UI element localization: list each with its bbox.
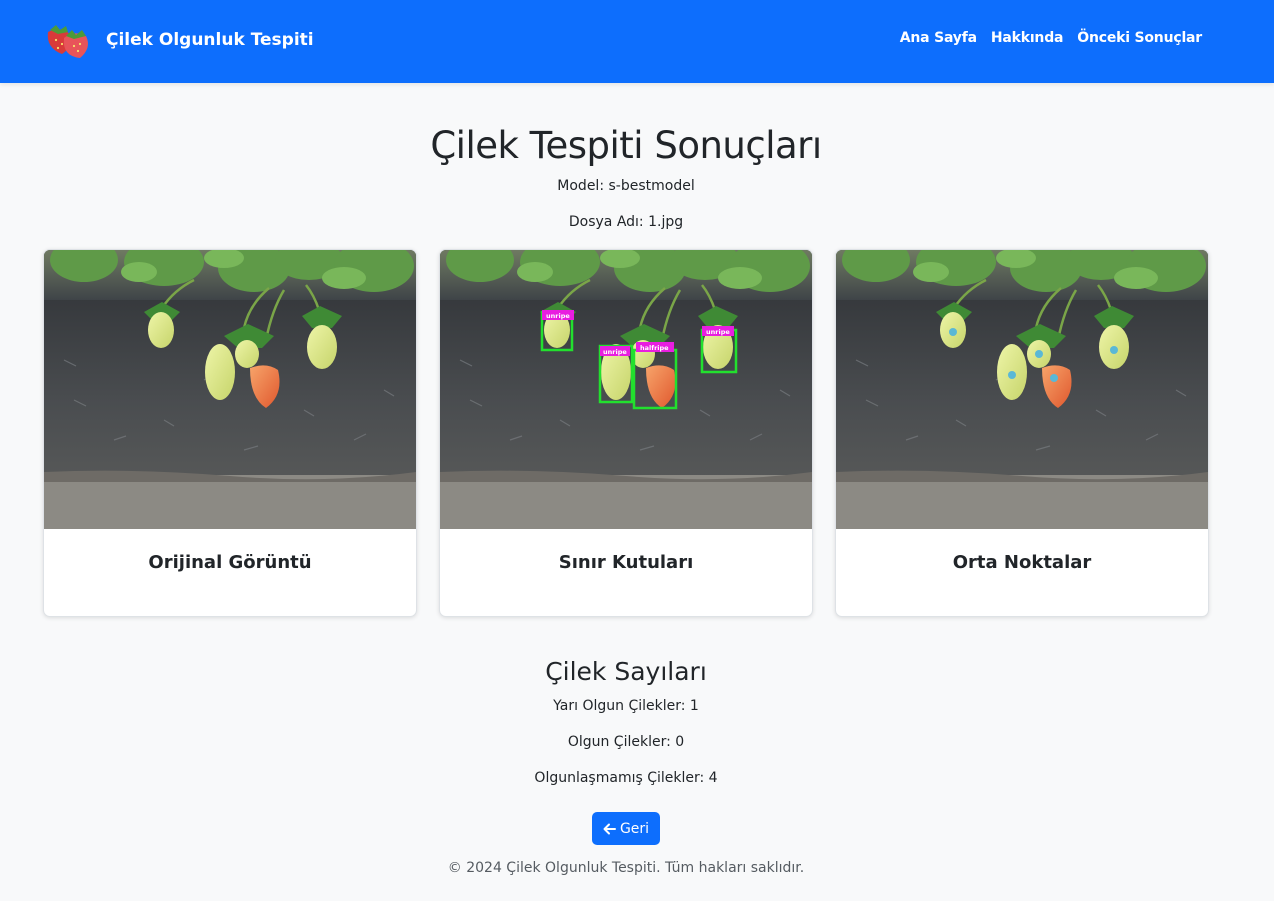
brand-link[interactable]: Çilek Olgunluk Tespiti: [42, 20, 314, 60]
footer-copyright: © 2024 Çilek Olgunluk Tespiti. Tüm hakla…: [447, 860, 805, 876]
bounding-boxes-card: unripe unripe halfripe unripe Sınır Kutu…: [439, 249, 813, 617]
center-point: [1008, 371, 1016, 379]
box-label: unripe: [603, 348, 627, 356]
back-button[interactable]: Geri: [592, 812, 660, 845]
box-label: halfripe: [640, 344, 669, 352]
arrow-left-icon: [603, 823, 616, 834]
center-point: [1110, 346, 1118, 354]
half-ripe-count: Yarı Olgun Çilekler: 1: [553, 698, 699, 714]
back-button-label: Geri: [619, 820, 650, 837]
strawberry-logo-icon: [47, 25, 88, 58]
brand-title: Çilek Olgunluk Tespiti: [106, 30, 314, 50]
ripe-count: Olgun Çilekler: 0: [567, 734, 685, 750]
top-navbar: Çilek Olgunluk Tespiti Ana Sayfa Hakkınd…: [0, 0, 1274, 83]
nav-link-home[interactable]: Ana Sayfa: [900, 30, 977, 46]
center-points-image: [836, 250, 1208, 529]
box-label: unripe: [546, 312, 570, 320]
center-points-card: Orta Noktalar: [835, 249, 1209, 617]
card-title-center-points: Orta Noktalar: [952, 552, 1092, 573]
file-name: Dosya Adı: 1.jpg: [568, 214, 684, 230]
center-point: [1050, 374, 1058, 382]
card-title-original: Orijinal Görüntü: [148, 552, 312, 573]
box-label: unripe: [706, 328, 730, 336]
counts-title: Çilek Sayıları: [545, 657, 707, 686]
nav-link-previous-results[interactable]: Önceki Sonuçlar: [1077, 30, 1202, 46]
nav-link-about[interactable]: Hakkında: [991, 30, 1064, 46]
page-title: Çilek Tespiti Sonuçları: [430, 124, 822, 167]
bounding-boxes-image: unripe unripe halfripe unripe: [440, 250, 812, 529]
center-point: [949, 328, 957, 336]
original-image-card: Orijinal Görüntü: [43, 249, 417, 617]
model-name: Model: s-bestmodel: [557, 178, 695, 194]
unripe-count: Olgunlaşmamış Çilekler: 4: [534, 770, 718, 786]
card-title-bounding-boxes: Sınır Kutuları: [558, 552, 694, 573]
original-image: [44, 250, 416, 529]
nav-links: Ana Sayfa Hakkında Önceki Sonuçlar: [900, 30, 1202, 46]
center-point: [1035, 350, 1043, 358]
